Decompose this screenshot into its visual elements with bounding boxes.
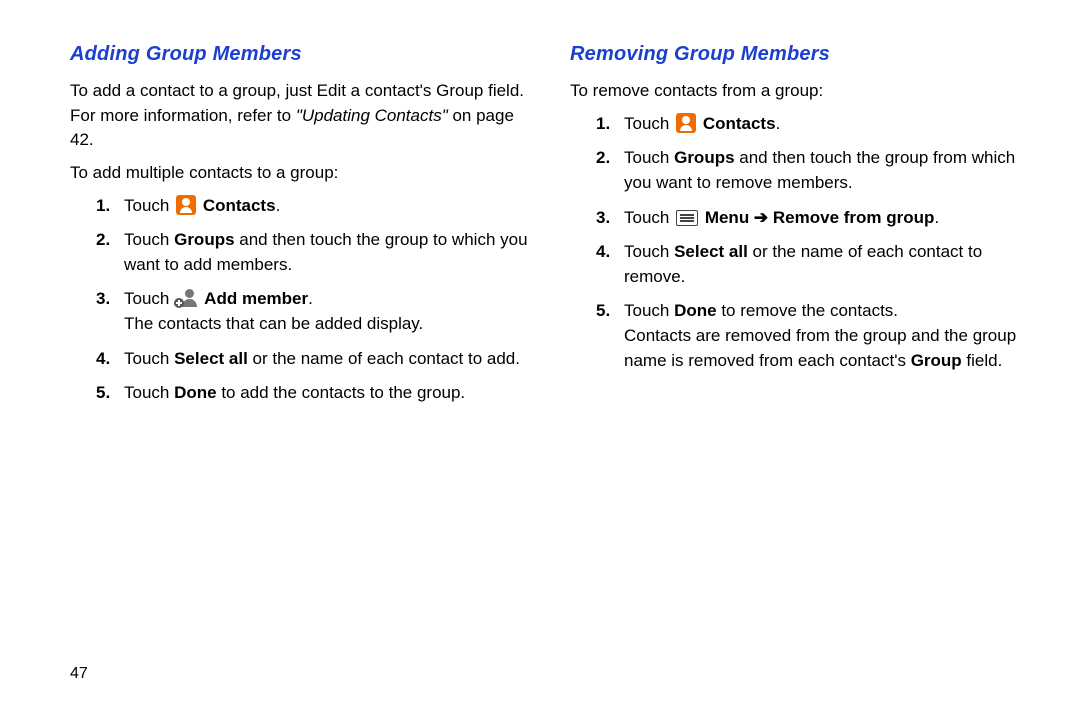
intro-removing: To remove contacts from a group: (570, 79, 1030, 104)
step: Touch Add member. The contacts that can … (124, 287, 530, 336)
step: Touch Select all or the name of each con… (124, 347, 530, 372)
steps-removing: Touch Contacts. Touch Groups and then to… (570, 112, 1030, 374)
contacts-icon (676, 113, 696, 133)
add-member-icon (176, 289, 198, 307)
heading-adding: Adding Group Members (70, 40, 530, 69)
contacts-icon (176, 195, 196, 215)
right-column: Removing Group Members To remove contact… (570, 40, 1030, 416)
menu-icon (676, 210, 698, 226)
manual-page: Adding Group Members To add a contact to… (0, 0, 1080, 416)
step: Touch Contacts. (624, 112, 1030, 137)
step: Touch Groups and then touch the group to… (124, 228, 530, 277)
step: Touch Select all or the name of each con… (624, 240, 1030, 289)
page-number: 47 (70, 662, 88, 685)
heading-removing: Removing Group Members (570, 40, 1030, 69)
steps-adding: Touch Contacts. Touch Groups and then to… (70, 194, 530, 406)
step: Touch Groups and then touch the group fr… (624, 146, 1030, 195)
left-column: Adding Group Members To add a contact to… (70, 40, 530, 416)
step: Touch Done to remove the contacts. Conta… (624, 299, 1030, 373)
step: Touch Contacts. (124, 194, 530, 219)
step: Touch Done to add the contacts to the gr… (124, 381, 530, 406)
step: Touch Menu ➔ Remove from group. (624, 206, 1030, 231)
intro-adding-1: To add a contact to a group, just Edit a… (70, 79, 530, 153)
intro-adding-2: To add multiple contacts to a group: (70, 161, 530, 186)
